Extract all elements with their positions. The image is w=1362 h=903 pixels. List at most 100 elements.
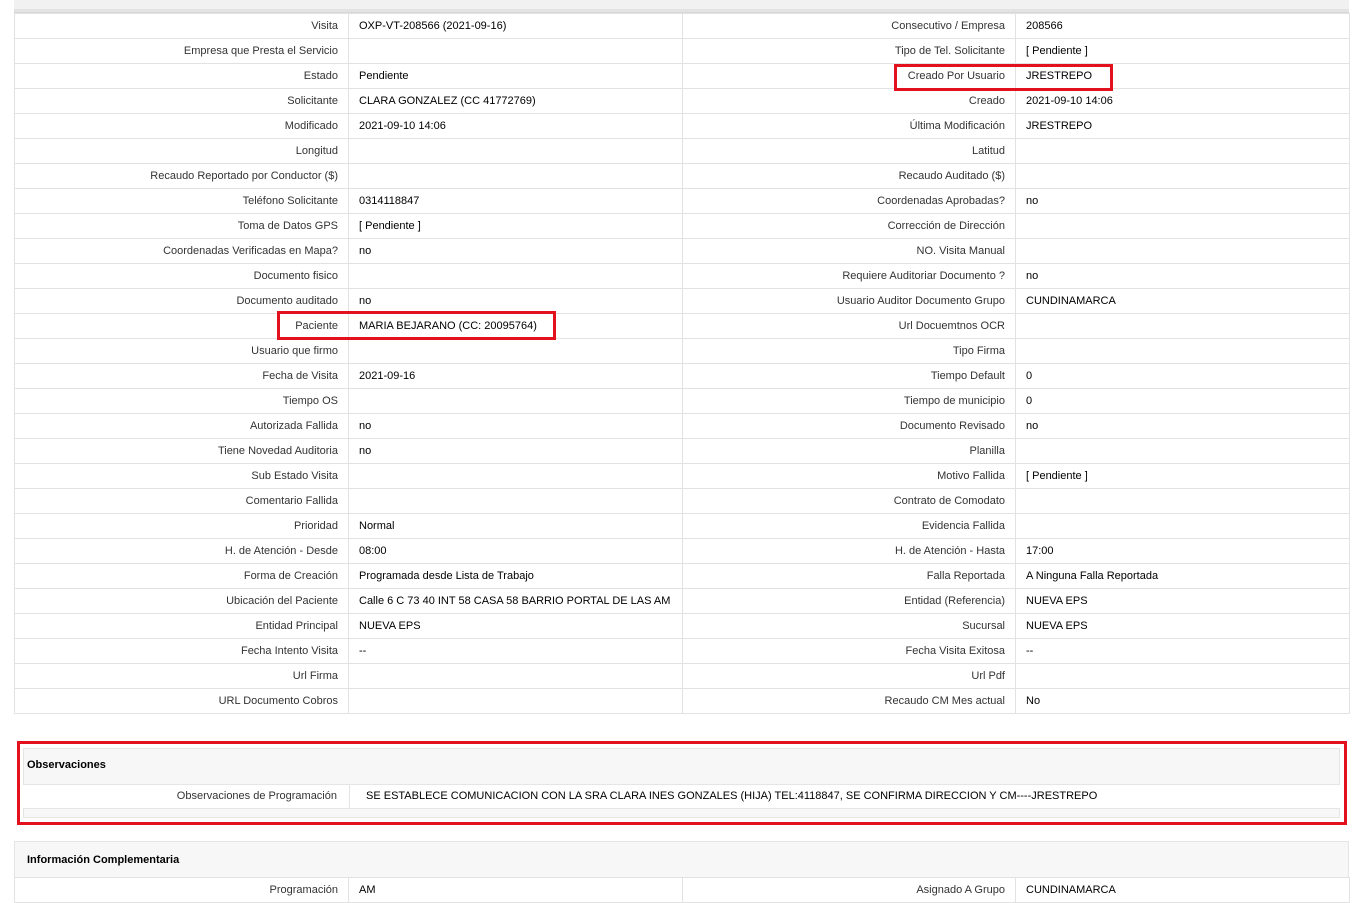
field-label: Paciente (14, 313, 349, 339)
field-label: Fecha Visita Exitosa (682, 638, 1016, 664)
field-value (1015, 488, 1350, 514)
field-value: Normal (348, 513, 683, 539)
field-value: NUEVA EPS (1015, 613, 1350, 639)
field-label: Contrato de Comodato (682, 488, 1016, 514)
field-value (1015, 238, 1350, 264)
field-label: Tiene Novedad Auditoria (14, 438, 349, 464)
field-value (348, 663, 683, 689)
field-label: H. de Atención - Hasta (682, 538, 1016, 564)
field-label: Documento fisico (14, 263, 349, 289)
field-label: Recaudo Reportado por Conductor ($) (14, 163, 349, 189)
field-label: Coordenadas Aprobadas? (682, 188, 1016, 214)
table-row: Forma de Creación Programada desde Lista … (14, 563, 1350, 589)
field-label: Estado (14, 63, 349, 89)
field-value: 2021-09-16 (348, 363, 683, 389)
table-row: Prioridad Normal Evidencia Fallida (14, 513, 1350, 539)
field-value: JRESTREPO (1015, 113, 1350, 139)
field-label: Corrección de Dirección (682, 213, 1016, 239)
field-value (348, 263, 683, 289)
field-value: 208566 (1015, 13, 1350, 39)
field-value (348, 138, 683, 164)
field-label: Entidad (Referencia) (682, 588, 1016, 614)
field-value: no (1015, 413, 1350, 439)
field-label: Solicitante (14, 88, 349, 114)
table-row: Coordenadas Verificadas en Mapa? no NO. V… (14, 238, 1350, 264)
field-label: Tiempo de municipio (682, 388, 1016, 414)
field-label: Planilla (682, 438, 1016, 464)
field-label: Sub Estado Visita (14, 463, 349, 489)
table-row: H. de Atención - Desde 08:00 H. de Atenció… (14, 538, 1350, 564)
field-label: Prioridad (14, 513, 349, 539)
field-label: Asignado A Grupo (682, 877, 1016, 903)
field-label: Fecha de Visita (14, 363, 349, 389)
field-label: Consecutivo / Empresa (682, 13, 1016, 39)
table-row: Entidad Principal NUEVA EPS Sucursal NUEVA … (14, 613, 1350, 639)
field-value: [ Pendiente ] (1015, 463, 1350, 489)
field-value: OXP-VT-208566 (2021-09-16) (348, 13, 683, 39)
table-row: Sub Estado Visita Motivo Fallida[ Pendien… (14, 463, 1350, 489)
table-row: Programación AM Asignado A Grupo CUNDINA… (14, 877, 1350, 903)
table-row: Recaudo Reportado por Conductor ($) Recau… (14, 163, 1350, 189)
field-label: Url Firma (14, 663, 349, 689)
field-label: Evidencia Fallida (682, 513, 1016, 539)
observaciones-title: Observaciones (27, 759, 106, 771)
observaciones-row: Observaciones de Programación SE ESTABLE… (23, 784, 1340, 809)
table-row: Tiempo OS Tiempo de municipio 0 (14, 388, 1350, 414)
field-value (348, 688, 683, 714)
field-value (1015, 313, 1350, 339)
field-value: Pendiente (348, 63, 683, 89)
table-row: Fecha de Visita 2021-09-16 Tiempo Default… (14, 363, 1350, 389)
field-label: Url Pdf (682, 663, 1016, 689)
observaciones-value: SE ESTABLECE COMUNICACION CON LA SRA CLA… (366, 790, 1098, 802)
field-value: 17:00 (1015, 538, 1350, 564)
field-label: Recaudo Auditado ($) (682, 163, 1016, 189)
field-label: Usuario que firmo (14, 338, 349, 364)
field-label: Tiempo OS (14, 388, 349, 414)
field-value: 0 (1015, 388, 1350, 414)
table-row: Paciente MARIA BEJARANO (CC: 20095764) Url… (14, 313, 1350, 339)
table-row: Solicitante CLARA GONZALEZ (CC 41772769) C… (14, 88, 1350, 114)
table-row: Estado Pendiente Creado Por Usuario JRESTRE… (14, 63, 1350, 89)
field-label: Documento Revisado (682, 413, 1016, 439)
field-value (348, 163, 683, 189)
field-value (348, 388, 683, 414)
table-row: Visita OXP-VT-208566 (2021-09-16) Consecut… (14, 13, 1350, 39)
field-label: Latitud (682, 138, 1016, 164)
field-value: NUEVA EPS (1015, 588, 1350, 614)
field-value: No (1015, 688, 1350, 714)
field-label: Motivo Fallida (682, 463, 1016, 489)
field-value (1015, 213, 1350, 239)
field-value: JRESTREPO (1015, 63, 1350, 89)
field-label: Falla Reportada (682, 563, 1016, 589)
field-value: no (1015, 263, 1350, 289)
field-label: Longitud (14, 138, 349, 164)
field-value: Programada desde Lista de Trabajo (348, 563, 683, 589)
table-row: Usuario que firmo Tipo Firma (14, 338, 1350, 364)
table-row: Autorizada Fallida no Documento Revisado … (14, 413, 1350, 439)
table-row: Documento fisico Requiere Auditoriar Docu… (14, 263, 1350, 289)
field-value: no (1015, 188, 1350, 214)
field-label: NO. Visita Manual (682, 238, 1016, 264)
field-label: Comentario Fallida (14, 488, 349, 514)
field-label: Tipo Firma (682, 338, 1016, 364)
field-value: 2021-09-10 14:06 (348, 113, 683, 139)
field-label: Empresa que Presta el Servicio (14, 38, 349, 64)
field-value: -- (1015, 638, 1350, 664)
table-row: Tiene Novedad Auditoria no Planilla (14, 438, 1350, 464)
field-label: Sucursal (682, 613, 1016, 639)
field-label: Recaudo CM Mes actual (682, 688, 1016, 714)
field-label: URL Documento Cobros (14, 688, 349, 714)
field-value (1015, 163, 1350, 189)
field-value (1015, 438, 1350, 464)
field-value (348, 463, 683, 489)
table-row: Ubicación del Paciente Calle 6 C 73 40 IN… (14, 588, 1350, 614)
field-label: Fecha Intento Visita (14, 638, 349, 664)
field-label: Creado Por Usuario (682, 63, 1016, 89)
table-row: Documento auditado no Usuario Auditor Doc… (14, 288, 1350, 314)
field-value: no (348, 238, 683, 264)
field-value: MARIA BEJARANO (CC: 20095764) (348, 313, 683, 339)
table-row: URL Documento Cobros Recaudo CM Mes actua… (14, 688, 1350, 714)
field-label: Documento auditado (14, 288, 349, 314)
field-label: Última Modificación (682, 113, 1016, 139)
complementaria-title: Información Complementaria (27, 854, 180, 866)
